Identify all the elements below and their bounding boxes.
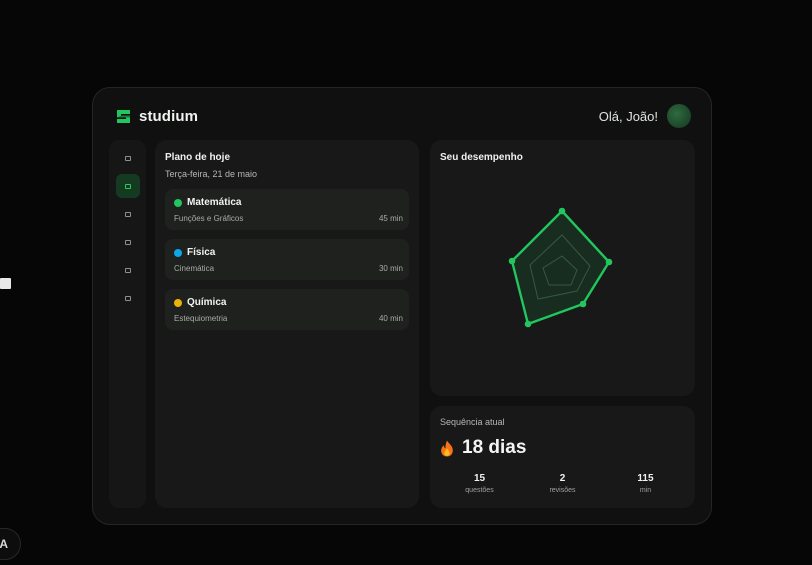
subject-duration: 40 min xyxy=(378,314,403,323)
nav-square-icon xyxy=(124,295,131,301)
subject-name: Matemática xyxy=(187,197,242,208)
header: studium Olá, João! xyxy=(93,88,711,144)
avatar[interactable] xyxy=(667,104,691,128)
sidebar-item-3[interactable] xyxy=(116,202,140,226)
plan-title: Plano de hoje xyxy=(165,152,231,163)
flame-icon xyxy=(441,440,453,456)
subject-name: Química xyxy=(187,297,227,308)
greeting-text: Olá, João! xyxy=(598,108,658,124)
edge-marker xyxy=(0,278,11,289)
sidebar-item-4[interactable] xyxy=(116,230,140,254)
subject-color-dot xyxy=(174,198,182,207)
plan-card: Plano de hoje Terça-feira, 21 de maio Ma… xyxy=(155,140,419,508)
sidebar-item-6[interactable] xyxy=(116,286,140,310)
stat-label: min xyxy=(639,487,652,494)
stat-revisoes: 2 revisões xyxy=(521,473,604,494)
floating-avatar-initial: A xyxy=(0,537,8,551)
sidebar-item-2[interactable] xyxy=(115,174,140,198)
radar-point xyxy=(524,320,532,328)
app-name: studium xyxy=(139,107,199,125)
radar-area xyxy=(510,209,611,326)
performance-card: Seu desempenho xyxy=(430,140,695,396)
streak-value: 18 dias xyxy=(462,437,527,458)
radar-point xyxy=(508,257,516,265)
nav-square-icon xyxy=(124,183,131,189)
stat-questoes: 15 questões xyxy=(430,473,521,494)
stat-value: 15 xyxy=(473,473,486,484)
subject-item-fisica[interactable]: Física Cinemática 30 min xyxy=(165,239,409,280)
floating-avatar-button[interactable]: A xyxy=(0,528,21,560)
sidebar-item-5[interactable] xyxy=(116,258,140,282)
stat-value: 2 xyxy=(559,473,566,484)
streak-stats: 15 questões 2 revisões 115 min xyxy=(430,473,695,494)
subject-topic: Estequiometria xyxy=(174,314,228,323)
plan-date: Terça-feira, 21 de maio xyxy=(165,169,258,179)
sidebar xyxy=(109,140,146,508)
subject-item-matematica[interactable]: Matemática Funções e Gráficos 45 min xyxy=(165,189,409,230)
nav-square-icon xyxy=(124,267,131,273)
user-greeting: Olá, João! xyxy=(599,104,691,128)
stat-label: revisões xyxy=(549,487,576,494)
nav-square-icon xyxy=(124,155,131,161)
streak-label: Sequência atual xyxy=(440,417,505,427)
stat-minutos: 115 min xyxy=(604,473,695,494)
subject-name: Física xyxy=(187,247,216,258)
stat-value: 115 xyxy=(637,473,654,484)
sidebar-item-1[interactable] xyxy=(116,146,140,170)
app-window: studium Olá, João! Plano de hoje Terça-f… xyxy=(92,87,712,525)
radar-point xyxy=(579,300,587,308)
subject-topic: Funções e Gráficos xyxy=(174,214,244,223)
radar-point xyxy=(605,258,613,266)
subject-duration: 45 min xyxy=(378,214,403,223)
brand[interactable]: studium xyxy=(115,108,198,125)
performance-radar-chart xyxy=(508,207,613,328)
radar-point xyxy=(558,207,566,215)
subject-item-quimica[interactable]: Química Estequiometria 40 min xyxy=(165,289,409,330)
stat-label: questões xyxy=(465,487,494,494)
streak-card: Sequência atual 18 dias 15 questões 2 re… xyxy=(430,406,695,508)
subject-color-dot xyxy=(174,298,182,307)
subject-topic: Cinemática xyxy=(174,264,215,273)
subject-duration: 30 min xyxy=(378,264,403,273)
nav-square-icon xyxy=(124,211,131,217)
subject-color-dot xyxy=(174,248,182,257)
studium-logo-icon xyxy=(117,109,130,123)
nav-square-icon xyxy=(124,239,131,245)
